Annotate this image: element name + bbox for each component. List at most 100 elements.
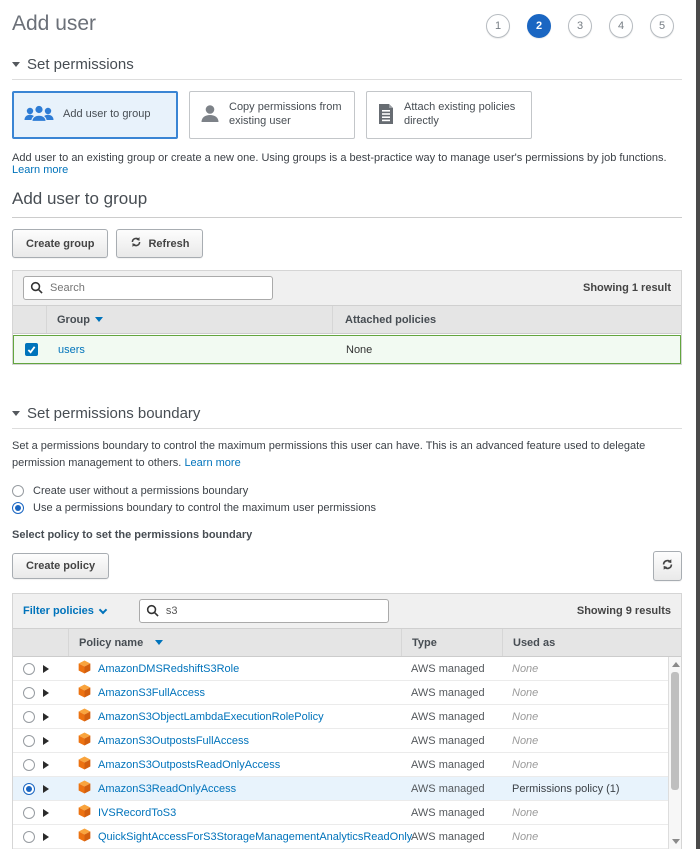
- scrollbar[interactable]: [668, 657, 681, 849]
- window-edge: [696, 0, 700, 849]
- policy-table-body: AmazonDMSRedshiftS3Role AWS managed None…: [13, 657, 681, 849]
- policy-radio[interactable]: [23, 759, 35, 771]
- policy-name-link[interactable]: AmazonS3OutpostsReadOnlyAccess: [98, 759, 280, 771]
- policy-icon: [78, 780, 91, 797]
- card-copy-permissions[interactable]: Copy permissions from existing user: [189, 91, 355, 139]
- policy-table-row[interactable]: AmazonS3OutpostsFullAccess AWS managed N…: [13, 729, 681, 753]
- policy-radio[interactable]: [23, 735, 35, 747]
- policy-table-row[interactable]: QuickSightAccessForS3StorageManagementAn…: [13, 825, 681, 849]
- policy-radio[interactable]: [23, 783, 35, 795]
- policy-icon: [78, 660, 91, 677]
- page-title: Add user: [12, 12, 96, 36]
- policy-used-as: None: [512, 711, 538, 723]
- policy-used-as: None: [512, 759, 538, 771]
- policy-radio[interactable]: [23, 807, 35, 819]
- policy-table-row[interactable]: AmazonS3FullAccess AWS managed None: [13, 681, 681, 705]
- policy-name-link[interactable]: AmazonDMSRedshiftS3Role: [98, 663, 239, 675]
- radio-icon[interactable]: [12, 502, 24, 514]
- policy-table-row[interactable]: AmazonS3OutpostsReadOnlyAccess AWS manag…: [13, 753, 681, 777]
- column-label: Policy name: [79, 637, 143, 649]
- policy-icon: [78, 732, 91, 749]
- collapse-caret-icon: [12, 62, 20, 67]
- create-policy-button[interactable]: Create policy: [12, 553, 109, 579]
- policy-used-as: None: [512, 687, 538, 699]
- policy-used-as: None: [512, 831, 538, 843]
- policy-name-link[interactable]: AmazonS3ReadOnlyAccess: [98, 783, 236, 795]
- policy-type: AWS managed: [411, 687, 485, 699]
- policy-table: Filter policies Showing 9 results Policy…: [12, 593, 682, 849]
- scrollbar-thumb[interactable]: [671, 672, 679, 790]
- group-search-input[interactable]: [23, 276, 273, 300]
- learn-more-link[interactable]: Learn more: [184, 457, 240, 469]
- card-attach-policies[interactable]: Attach existing policies directly: [366, 91, 532, 139]
- group-name-link[interactable]: users: [58, 344, 85, 356]
- radio-label: Use a permissions boundary to control th…: [33, 502, 376, 514]
- policy-type: AWS managed: [411, 735, 485, 747]
- policy-icon: [78, 684, 91, 701]
- used-as-column-header: Used as: [502, 629, 681, 656]
- policy-used-as: Permissions policy (1): [512, 783, 620, 795]
- select-policy-label: Select policy to set the permissions bou…: [12, 529, 682, 541]
- radio-use-boundary[interactable]: Use a permissions boundary to control th…: [12, 502, 682, 514]
- scroll-down-icon[interactable]: [672, 839, 680, 844]
- create-group-button[interactable]: Create group: [12, 229, 108, 258]
- section-title: Set permissions boundary: [27, 405, 200, 422]
- policy-name-link[interactable]: IVSRecordToS3: [98, 807, 176, 819]
- policy-name-link[interactable]: AmazonS3ObjectLambdaExecutionRolePolicy: [98, 711, 324, 723]
- expand-caret-icon[interactable]: [43, 689, 49, 697]
- radio-without-boundary[interactable]: Create user without a permissions bounda…: [12, 485, 682, 497]
- divider: [12, 217, 682, 218]
- section-description: Add user to an existing group or create …: [12, 152, 682, 176]
- expand-caret-icon[interactable]: [43, 785, 49, 793]
- expand-caret-icon[interactable]: [43, 761, 49, 769]
- scroll-up-icon[interactable]: [672, 662, 680, 667]
- column-label: Attached policies: [345, 314, 436, 326]
- sort-caret-icon: [155, 640, 163, 645]
- button-label: Create policy: [26, 560, 95, 572]
- policy-table-row[interactable]: AmazonS3ReadOnlyAccess AWS managed Permi…: [13, 777, 681, 801]
- policy-name-link[interactable]: AmazonS3OutpostsFullAccess: [98, 735, 249, 747]
- radio-column: [13, 629, 43, 656]
- policy-radio[interactable]: [23, 711, 35, 723]
- policy-used-as: None: [512, 735, 538, 747]
- group-icon: [23, 103, 55, 128]
- type-column-header: Type: [401, 629, 502, 656]
- refresh-policies-button[interactable]: [653, 551, 682, 581]
- card-add-user-to-group[interactable]: Add user to group: [12, 91, 178, 139]
- expand-caret-icon[interactable]: [43, 737, 49, 745]
- filter-policies-dropdown[interactable]: Filter policies: [23, 605, 106, 617]
- radio-icon[interactable]: [12, 485, 24, 497]
- policy-name-link[interactable]: QuickSightAccessForS3StorageManagementAn…: [98, 831, 412, 843]
- policy-name-column-header[interactable]: Policy name: [68, 629, 401, 656]
- refresh-button[interactable]: Refresh: [116, 229, 203, 258]
- section-title: Set permissions: [27, 56, 134, 73]
- group-checkbox[interactable]: [25, 343, 38, 356]
- expand-caret-icon[interactable]: [43, 713, 49, 721]
- permission-option-cards: Add user to group Copy permissions from …: [12, 91, 682, 139]
- expand-caret-icon[interactable]: [43, 665, 49, 673]
- policy-table-row[interactable]: AmazonDMSRedshiftS3Role AWS managed None: [13, 657, 681, 681]
- policy-used-as: None: [512, 663, 538, 675]
- group-table: Showing 1 result Group Attached policies…: [12, 270, 682, 365]
- attached-policies-column-header: Attached policies: [333, 314, 681, 326]
- user-icon: [199, 103, 221, 128]
- policy-table-row[interactable]: AmazonS3ObjectLambdaExecutionRolePolicy …: [13, 705, 681, 729]
- expand-caret-icon[interactable]: [43, 809, 49, 817]
- expand-column: [43, 629, 68, 656]
- policy-icon: [78, 708, 91, 725]
- attached-policies-value: None: [346, 344, 372, 356]
- policy-radio[interactable]: [23, 687, 35, 699]
- learn-more-link[interactable]: Learn more: [12, 164, 68, 176]
- policy-search-input[interactable]: [139, 599, 389, 623]
- section-set-permissions: Set permissions: [12, 56, 682, 73]
- expand-caret-icon[interactable]: [43, 833, 49, 841]
- section-set-permissions-boundary: Set permissions boundary: [12, 405, 682, 422]
- policy-table-row[interactable]: IVSRecordToS3 AWS managed None: [13, 801, 681, 825]
- policy-name-link[interactable]: AmazonS3FullAccess: [98, 687, 205, 699]
- policy-radio[interactable]: [23, 663, 35, 675]
- group-table-row[interactable]: users None: [13, 335, 681, 364]
- group-column-header[interactable]: Group: [47, 306, 333, 333]
- policy-radio[interactable]: [23, 831, 35, 843]
- radio-label: Create user without a permissions bounda…: [33, 485, 248, 497]
- policy-results-count: Showing 9 results: [577, 605, 671, 617]
